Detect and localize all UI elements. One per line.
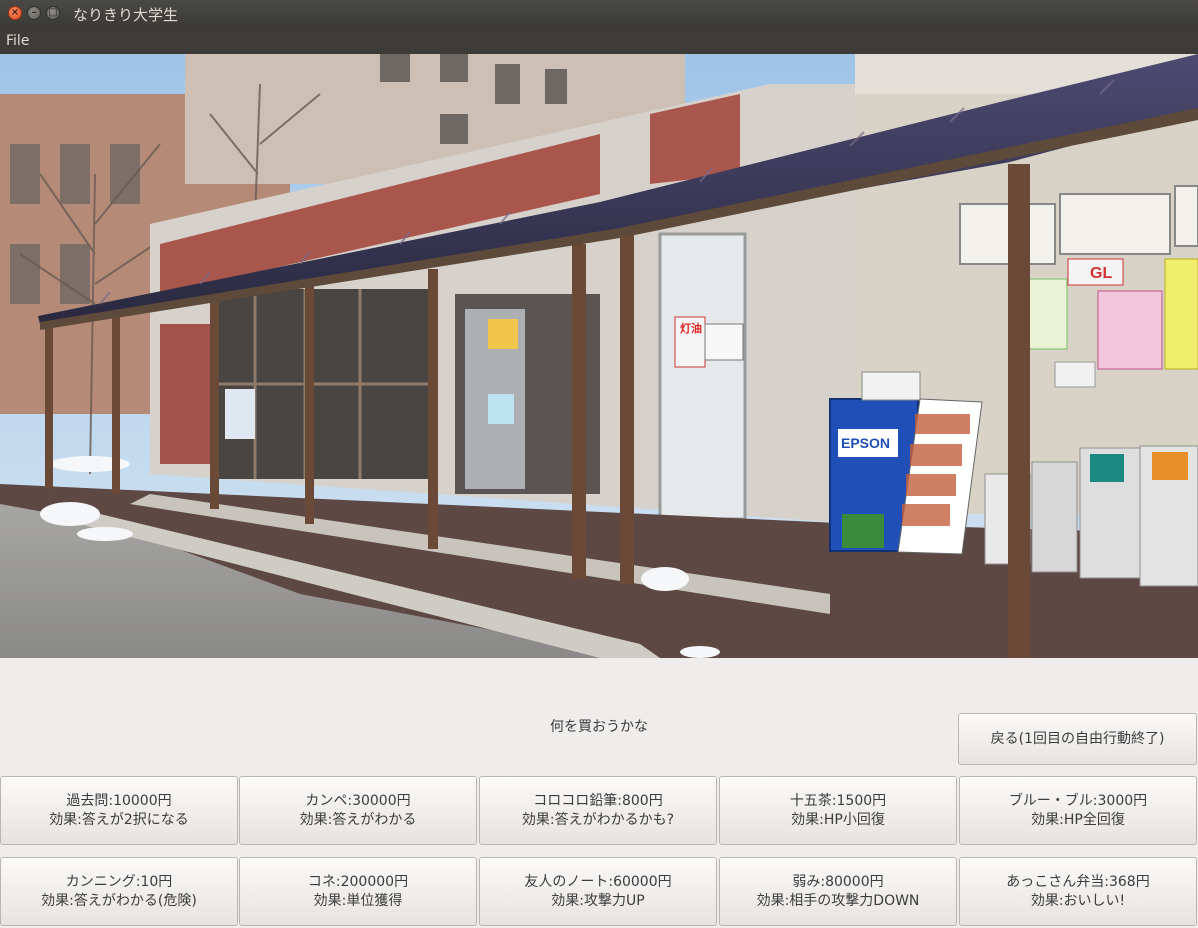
back-button[interactable]: 戻る(1回目の自由行動終了): [958, 713, 1197, 765]
item-effect: 効果:答えがわかる(危険): [41, 892, 197, 909]
item-name-price: カンペ:30000円: [305, 792, 411, 809]
poster-touyu-text: 灯油: [680, 321, 702, 335]
item-name-price: 十五茶:1500円: [789, 792, 887, 809]
item-effect: 効果:相手の攻撃力DOWN: [756, 892, 920, 909]
item-effect: 効果:答えが2択になる: [49, 811, 189, 828]
item-name-price: 友人のノート:60000円: [524, 873, 672, 890]
item-button-kanningu[interactable]: カンニング:10円 効果:答えがわかる(危険): [0, 857, 238, 926]
item-effect: 効果:おいしい!: [1030, 892, 1126, 909]
item-name-price: 弱み:80000円: [792, 873, 884, 890]
item-button-korokoro-pencil[interactable]: コロコロ鉛筆:800円 効果:答えがわかるかも?: [479, 776, 717, 845]
item-effect: 効果:単位獲得: [313, 892, 403, 909]
epson-box-text: EPSON: [841, 435, 890, 451]
item-name-price: 過去問:10000円: [66, 792, 172, 809]
store-photo: GL 灯油 EPSON: [0, 54, 1198, 658]
item-name-price: コネ:200000円: [307, 873, 409, 890]
item-name-price: カンニング:10円: [65, 873, 173, 890]
item-button-akko-bento[interactable]: あっこさん弁当:368円 効果:おいしい!: [959, 857, 1197, 926]
minimize-icon[interactable]: –: [27, 6, 41, 20]
item-name-price: コロコロ鉛筆:800円: [533, 792, 663, 809]
item-button-yowami[interactable]: 弱み:80000円 効果:相手の攻撃力DOWN: [719, 857, 957, 926]
item-effect: 効果:HP小回復: [791, 811, 885, 828]
poster-gl-text: GL: [1090, 265, 1112, 282]
item-button-kanpe[interactable]: カンペ:30000円 効果:答えがわかる: [239, 776, 477, 845]
item-name-price: ブルー・ブル:3000円: [1008, 792, 1148, 809]
item-button-kone[interactable]: コネ:200000円 効果:単位獲得: [239, 857, 477, 926]
item-button-kakomon[interactable]: 過去問:10000円 効果:答えが2択になる: [0, 776, 238, 845]
item-effect: 効果:答えがわかるかも?: [521, 811, 675, 828]
store-photo-illustration: GL 灯油 EPSON: [0, 54, 1198, 658]
item-effect: 効果:HP全回復: [1031, 811, 1125, 828]
item-button-blue-bull[interactable]: ブルー・ブル:3000円 効果:HP全回復: [959, 776, 1197, 845]
close-icon[interactable]: ×: [8, 6, 22, 20]
back-button-label: 戻る(1回目の自由行動終了): [990, 730, 1165, 747]
item-name-price: あっこさん弁当:368円: [1006, 873, 1150, 890]
window-title: なりきり大学生: [73, 6, 179, 24]
title-bar: × – □ なりきり大学生: [0, 0, 1198, 27]
menu-bar: File: [0, 27, 1198, 54]
item-button-jugocha[interactable]: 十五茶:1500円 効果:HP小回復: [719, 776, 957, 845]
item-button-friend-notebook[interactable]: 友人のノート:60000円 効果:攻撃力UP: [479, 857, 717, 926]
menu-file[interactable]: File: [6, 33, 29, 49]
item-effect: 効果:答えがわかる: [299, 811, 417, 828]
maximize-icon[interactable]: □: [46, 6, 60, 20]
item-effect: 効果:攻撃力UP: [551, 892, 645, 909]
